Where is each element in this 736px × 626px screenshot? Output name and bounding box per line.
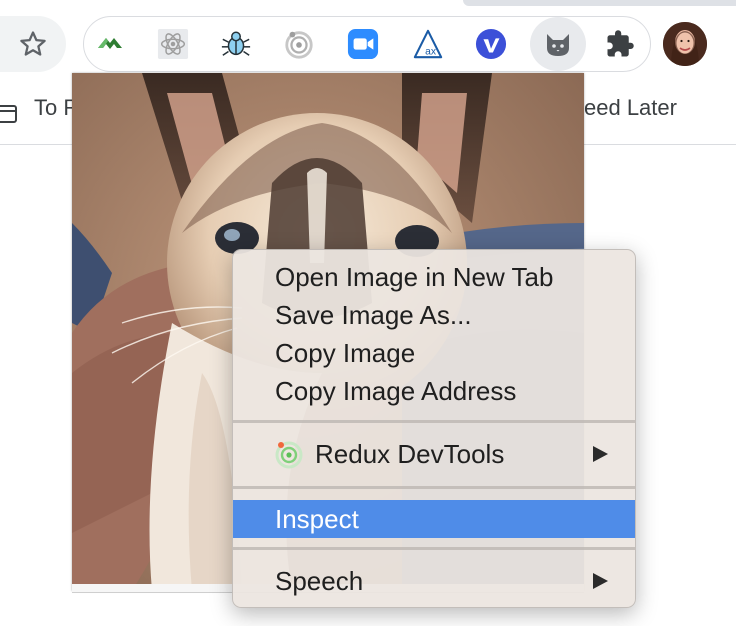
bookmark-folder-icon (0, 103, 20, 130)
redux-devtools-icon (274, 439, 304, 479)
menu-item-label: Copy Image Address (275, 376, 517, 406)
menu-item-inspect[interactable]: Inspect (233, 500, 635, 538)
menu-item-label: Speech (275, 566, 364, 596)
bookmark-star-button[interactable] (0, 16, 66, 72)
menu-item-label: Open Image in New Tab (275, 262, 554, 292)
ext-bug-icon[interactable] (220, 28, 252, 60)
menu-separator (233, 420, 635, 423)
menu-separator (233, 547, 635, 550)
ext-zoom-camera-icon[interactable] (347, 28, 379, 60)
ext-green-chevron-icon[interactable] (94, 28, 126, 60)
context-menu: Open Image in New Tab Save Image As... C… (232, 249, 636, 608)
tab-strip-edge (463, 0, 736, 6)
menu-item-speech[interactable]: Speech (233, 562, 635, 600)
bookmark-item-right[interactable]: eed Later (584, 95, 677, 121)
menu-separator (233, 486, 635, 489)
submenu-arrow-icon (593, 446, 608, 462)
submenu-arrow-icon (593, 573, 608, 589)
menu-item-open-image-new-tab[interactable]: Open Image in New Tab (233, 258, 635, 296)
ext-cat-icon[interactable] (530, 17, 586, 71)
menu-item-copy-image[interactable]: Copy Image (233, 334, 635, 372)
extensions-puzzle-icon[interactable] (604, 28, 636, 60)
menu-item-label: Redux DevTools (315, 439, 505, 469)
ext-vimeo-icon[interactable] (475, 28, 507, 60)
ext-react-icon[interactable] (157, 28, 189, 60)
menu-item-label: Copy Image (275, 338, 416, 368)
ext-axe-icon[interactable]: ax (412, 28, 444, 60)
menu-item-label: Save Image As... (275, 300, 472, 330)
extensions-bar: ax (83, 16, 651, 72)
ext-redux-ring-icon[interactable] (283, 28, 315, 60)
menu-item-redux-devtools[interactable]: Redux DevTools (233, 435, 635, 473)
svg-text:ax: ax (425, 46, 437, 57)
profile-avatar[interactable] (663, 22, 707, 66)
menu-item-save-image-as[interactable]: Save Image As... (233, 296, 635, 334)
star-outline-icon (20, 31, 46, 56)
menu-item-copy-image-address[interactable]: Copy Image Address (233, 372, 635, 410)
menu-item-label: Inspect (275, 504, 359, 534)
